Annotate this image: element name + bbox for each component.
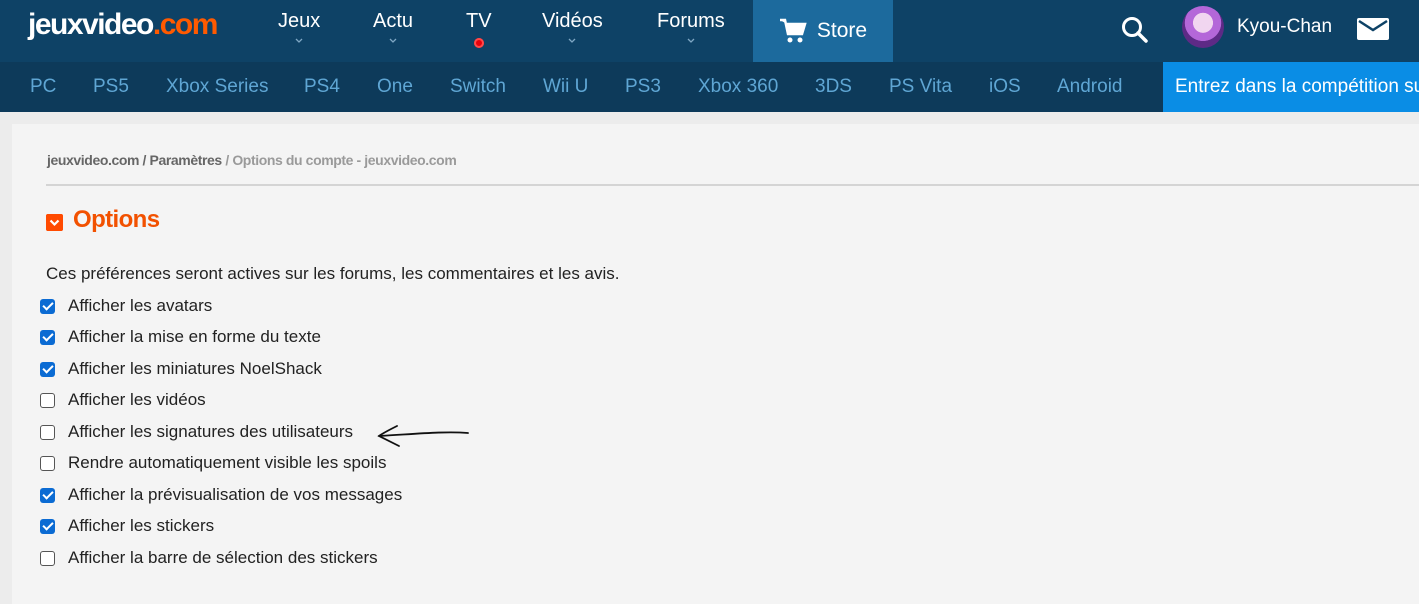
platform-switch[interactable]: Switch: [450, 76, 506, 98]
checkbox-text-formatting[interactable]: [40, 329, 55, 345]
breadcrumb-current: Options du compte - jeuxvideo.com: [232, 152, 457, 168]
nav-actu[interactable]: Actu: [373, 10, 413, 47]
checkbox-videos[interactable]: [40, 392, 55, 408]
option-label: Afficher la barre de sélection des stick…: [68, 548, 378, 567]
top-navigation-bar: jeuxvideo.com Jeux Actu TV Vidéos Forums…: [0, 0, 1419, 62]
search-icon[interactable]: [1120, 15, 1150, 45]
store-label: Store: [816, 19, 868, 42]
option-label: Afficher les stickers: [68, 516, 215, 535]
logo-text: jeuxvideo: [28, 8, 154, 41]
option-label: Afficher la mise en forme du texte: [68, 327, 321, 346]
checkbox-spoilers[interactable]: [40, 455, 55, 471]
option-label: Afficher la prévisualisation de vos mess…: [68, 485, 403, 504]
option-row-noelshack[interactable]: Afficher les miniatures NoelShack: [40, 359, 322, 379]
platform-ps-vita[interactable]: PS Vita: [889, 76, 952, 98]
option-row-avatars[interactable]: Afficher les avatars: [40, 296, 212, 316]
option-row-signatures[interactable]: Afficher les signatures des utilisateurs: [40, 422, 353, 442]
live-indicator-icon: [473, 38, 484, 48]
option-row-text-formatting[interactable]: Afficher la mise en forme du texte: [40, 327, 321, 347]
nav-tv[interactable]: TV: [466, 10, 492, 48]
option-label: Afficher les signatures des utilisateurs: [68, 422, 354, 441]
site-logo[interactable]: jeuxvideo.com: [28, 8, 219, 42]
platform-xbox-series[interactable]: Xbox Series: [166, 76, 268, 98]
chevron-down-icon: [687, 38, 695, 43]
user-avatar[interactable]: [1182, 6, 1224, 48]
nav-actu-label: Actu: [373, 10, 414, 32]
platform-ios[interactable]: iOS: [989, 76, 1021, 98]
nav-forums-label: Forums: [657, 10, 725, 32]
option-row-spoilers[interactable]: Rendre automatiquement visible les spoil…: [40, 453, 386, 473]
platform-ps5[interactable]: PS5: [93, 76, 129, 98]
option-row-sticker-bar[interactable]: Afficher la barre de sélection des stick…: [40, 548, 378, 568]
platform-one[interactable]: One: [377, 76, 413, 98]
chevron-down-icon: [389, 38, 397, 43]
checkbox-stickers[interactable]: [40, 518, 55, 534]
breadcrumb: jeuxvideo.com / Paramètres / Options du …: [47, 152, 457, 168]
nav-videos[interactable]: Vidéos: [542, 10, 603, 47]
checkbox-avatars[interactable]: [40, 298, 55, 314]
nav-jeux-label: Jeux: [278, 10, 321, 32]
nav-videos-label: Vidéos: [542, 10, 603, 32]
nav-forums[interactable]: Forums: [657, 10, 725, 47]
nav-jeux[interactable]: Jeux: [278, 10, 320, 47]
shopping-cart-icon: [779, 18, 807, 43]
platform-xbox-360[interactable]: Xbox 360: [698, 76, 778, 98]
breadcrumb-separator: /: [221, 152, 233, 168]
username[interactable]: Kyou-Chan: [1237, 16, 1332, 38]
checkbox-noelshack[interactable]: [40, 361, 55, 377]
divider: [46, 184, 1419, 186]
collapse-chevron-icon[interactable]: [46, 214, 63, 231]
platform-android[interactable]: Android: [1057, 76, 1123, 98]
option-row-videos[interactable]: Afficher les vidéos: [40, 390, 206, 410]
platform-ps3[interactable]: PS3: [625, 76, 661, 98]
platform-3ds[interactable]: 3DS: [815, 76, 852, 98]
option-label: Afficher les miniatures NoelShack: [68, 359, 322, 378]
logo-dot: .: [152, 8, 161, 41]
option-row-preview[interactable]: Afficher la prévisualisation de vos mess…: [40, 485, 402, 505]
annotation-arrow-icon: [377, 425, 469, 447]
option-label: Afficher les vidéos: [68, 390, 206, 409]
checkbox-sticker-bar[interactable]: [40, 550, 55, 566]
page-title: Options: [73, 206, 160, 233]
chevron-down-icon: [568, 38, 576, 43]
breadcrumb-home-link[interactable]: jeuxvideo.com: [47, 152, 139, 168]
option-label: Afficher les avatars: [68, 296, 213, 315]
breadcrumb-section-link[interactable]: Paramètres: [150, 152, 223, 168]
platform-pc[interactable]: PC: [30, 76, 56, 98]
chevron-down-icon: [295, 38, 303, 43]
options-intro-text: Ces préférences seront actives sur les f…: [46, 264, 620, 283]
breadcrumb-separator: /: [139, 152, 150, 168]
option-label: Rendre automatiquement visible les spoil…: [68, 453, 387, 472]
store-button[interactable]: Store: [753, 0, 893, 62]
option-row-stickers[interactable]: Afficher les stickers: [40, 516, 214, 536]
promo-banner[interactable]: Entrez dans la compétition sur: [1163, 62, 1419, 112]
platform-ps4[interactable]: PS4: [304, 76, 340, 98]
mail-icon[interactable]: [1356, 15, 1390, 43]
logo-tld: com: [159, 8, 219, 41]
checkbox-preview[interactable]: [40, 487, 55, 503]
platform-wii-u[interactable]: Wii U: [543, 76, 588, 98]
checkbox-signatures[interactable]: [40, 424, 55, 440]
nav-tv-label: TV: [466, 10, 492, 32]
